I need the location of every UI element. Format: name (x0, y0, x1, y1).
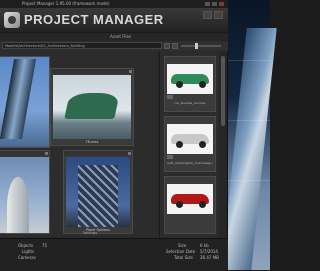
favorites-pane: car_shadow_car.max auto_lamborghini_murc… (159, 52, 220, 237)
slider-knob[interactable] (195, 43, 198, 49)
objects-value: 75 (42, 243, 48, 248)
filter-button[interactable] (164, 43, 170, 49)
car-thumbnail-tile[interactable]: auto_lamborghini_murcielago.max (164, 116, 216, 172)
app-name: PROJECT MANAGER (24, 12, 164, 27)
lattice-tower-thumbnail (66, 157, 130, 227)
size-label: Size (178, 243, 187, 248)
path-bar: Models\Architecture\02_Architecture_Buil… (0, 41, 228, 51)
car-thumbnail-tile[interactable] (164, 176, 216, 234)
options-button[interactable] (203, 11, 212, 19)
car-thumbnail-tile[interactable]: car_shadow_car.max (164, 56, 216, 112)
thumbnail-tile[interactable] (0, 150, 50, 234)
window-title: Project Manager 1.95.00 (framework mode) (22, 1, 110, 6)
white-building-thumbnail (0, 157, 49, 233)
minimize-button[interactable] (205, 2, 210, 6)
view-button[interactable] (172, 43, 178, 49)
close-button[interactable] (219, 2, 224, 6)
total-size-value: 26.47 MB (200, 255, 219, 260)
lights-label: Lights (22, 249, 35, 254)
thumbnail-tile[interactable]: Place Options (63, 150, 133, 234)
tab-asset-files[interactable]: Asset Files (110, 33, 131, 41)
thumbnail-size-slider[interactable] (181, 45, 221, 47)
status-bar: Objects 75 Lights Cameras Size 6 kb Sele… (0, 238, 228, 271)
tower-thumbnail (0, 57, 49, 147)
car-thumbnail (167, 124, 213, 154)
car-caption: car_shadow_car.max (174, 101, 206, 105)
path-input[interactable]: Models\Architecture\02_Architecture_Buil… (2, 42, 162, 49)
desktop-background (221, 0, 277, 270)
app-header: PROJECT MANAGER (0, 8, 228, 32)
size-value: 6 kb (200, 243, 209, 248)
cameras-label: Cameras (18, 255, 36, 260)
settings-label: Settings (82, 231, 98, 235)
thumbnail-tile[interactable] (0, 56, 50, 148)
close-icon[interactable] (129, 70, 132, 73)
tile-caption: 78.max (85, 140, 99, 144)
close-icon[interactable] (45, 152, 48, 155)
selection-date-value: 5/7/2014 (200, 249, 218, 254)
green-building-thumbnail (53, 75, 131, 139)
car-thumbnail (167, 184, 213, 214)
car-thumbnail (167, 64, 213, 94)
thumbnail-tile[interactable]: 78.max (50, 68, 134, 146)
close-icon[interactable] (128, 152, 131, 155)
car-caption: auto_lamborghini_murcielago.max (167, 161, 213, 165)
app-logo-icon (4, 12, 20, 28)
maximize-button[interactable] (212, 2, 217, 6)
vertical-scrollbar[interactable] (219, 52, 227, 237)
total-size-label: Total Size (174, 255, 193, 260)
objects-label: Objects (18, 243, 34, 248)
folder-grid: 78.max Place Options (0, 52, 156, 237)
help-button[interactable] (214, 11, 223, 19)
background-tower-image (221, 28, 277, 270)
project-manager-window: Project Manager 1.95.00 (framework mode)… (0, 0, 228, 271)
title-bar: Project Manager 1.95.00 (framework mode) (0, 0, 228, 8)
selection-date-label: Selection Date (166, 249, 196, 254)
